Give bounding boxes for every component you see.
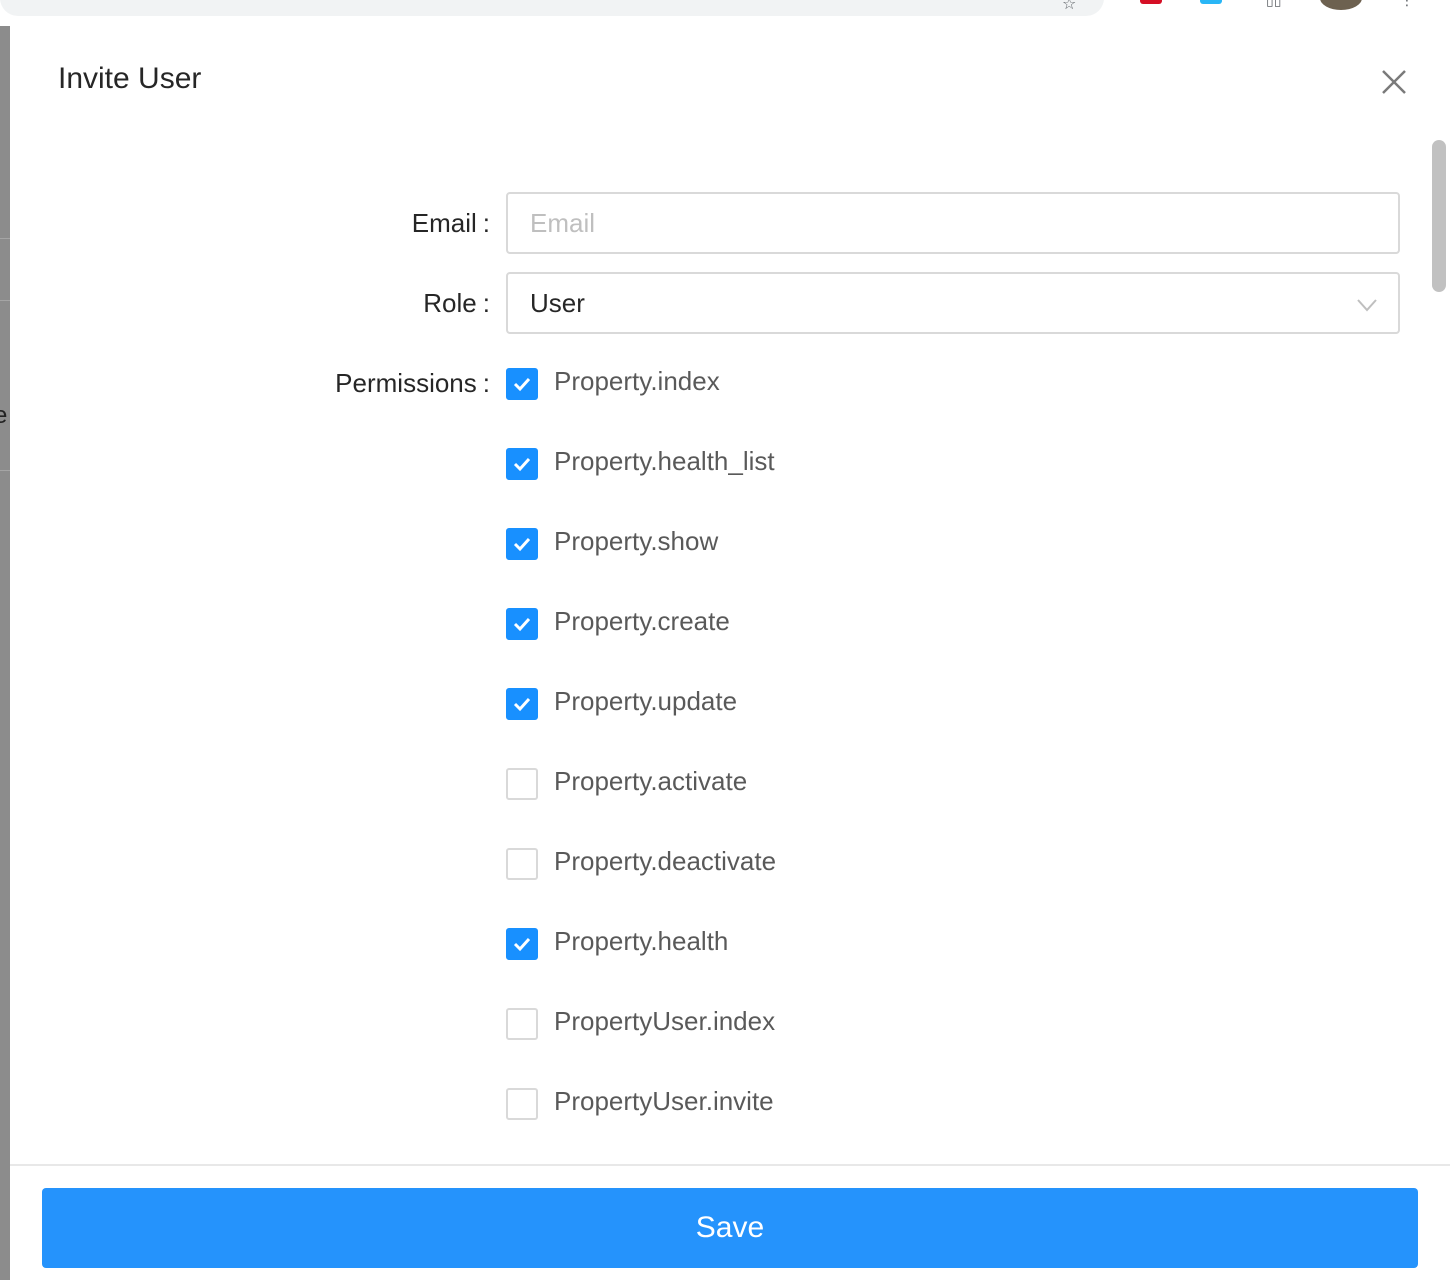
checkmark-icon [513,457,531,472]
permission-checkbox[interactable] [506,528,538,560]
drawer-footer: Save [10,1164,1450,1282]
drawer-title: Invite User [58,62,202,95]
permission-label: Property.health_list [554,446,775,476]
checkmark-icon [513,617,531,632]
permission-checkbox[interactable] [506,368,538,400]
permissions-label: Permissions: [335,368,490,398]
extension-icon[interactable] [1200,0,1222,4]
permission-checkbox[interactable] [506,928,538,960]
role-selected-value: User [530,288,585,318]
label-colon: : [482,368,490,398]
role-label: Role: [423,288,490,318]
permission-label: PropertyUser.invite [554,1086,774,1116]
backdrop-divider [0,470,10,471]
permission-checkbox[interactable] [506,448,538,480]
address-bar[interactable] [0,0,1104,16]
chevron-down-icon [1357,299,1377,312]
checkmark-icon [513,377,531,392]
save-button[interactable]: Save [42,1188,1418,1268]
permission-label: PropertyUser.index [554,1006,776,1036]
backdrop-divider [0,300,10,301]
checkmark-icon [513,697,531,712]
backdrop-text-fragment: e [0,402,8,429]
label-colon: : [482,288,490,318]
email-label: Email: [411,208,490,238]
checkmark-icon [513,537,531,552]
extensions-puzzle-icon[interactable]: ▯▯ [1266,0,1281,9]
permission-checkbox[interactable] [506,848,538,880]
permission-checkbox[interactable] [506,1008,538,1040]
label-colon: : [482,208,490,238]
permission-label: Property.update [554,686,738,716]
profile-avatar[interactable] [1320,0,1362,10]
permission-label: Property.activate [554,766,748,796]
backdrop-divider [0,238,10,239]
permission-label: Property.deactivate [554,846,777,876]
email-input[interactable] [506,192,1400,254]
close-icon[interactable] [1378,66,1410,98]
bookmark-star-icon[interactable]: ☆ [1062,0,1076,14]
permission-label: Property.show [554,526,719,556]
permission-checkbox[interactable] [506,608,538,640]
page-backdrop [0,26,10,1280]
drawer-scrollbar[interactable] [1432,140,1446,292]
checkmark-icon [513,937,531,952]
permission-checkbox[interactable] [506,1088,538,1120]
permission-checkbox[interactable] [506,688,538,720]
browser-toolbar: ☆ ▯▯ ⋮ [0,0,1450,27]
role-select[interactable]: User [506,272,1400,334]
browser-menu-icon[interactable]: ⋮ [1400,0,1414,9]
permission-label: Property.create [554,606,730,636]
permission-label: Property.index [554,366,720,396]
invite-user-drawer: Invite User Email: Role: User Permission… [10,26,1450,1282]
permission-checkbox[interactable] [506,768,538,800]
permission-label: Property.health [554,926,729,956]
extension-icon[interactable] [1140,0,1162,4]
